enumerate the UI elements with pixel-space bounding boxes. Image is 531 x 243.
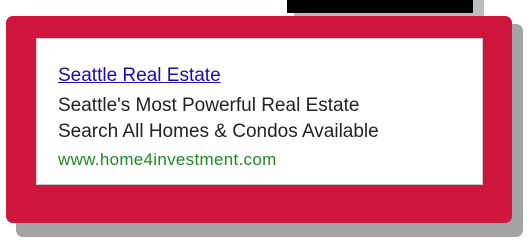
text-ad: Seattle Real Estate Seattle's Most Power…: [36, 38, 483, 185]
ad-description-line-2: Search All Homes & Condos Available: [58, 121, 379, 142]
ad-title-link[interactable]: Seattle Real Estate: [58, 65, 221, 87]
ad-display-url: www.home4investment.com: [58, 150, 277, 169]
ad-frame: Seattle Real Estate Seattle's Most Power…: [6, 16, 512, 223]
top-tab: [287, 0, 473, 13]
ad-description-line-1: Seattle's Most Powerful Real Estate: [58, 95, 360, 116]
